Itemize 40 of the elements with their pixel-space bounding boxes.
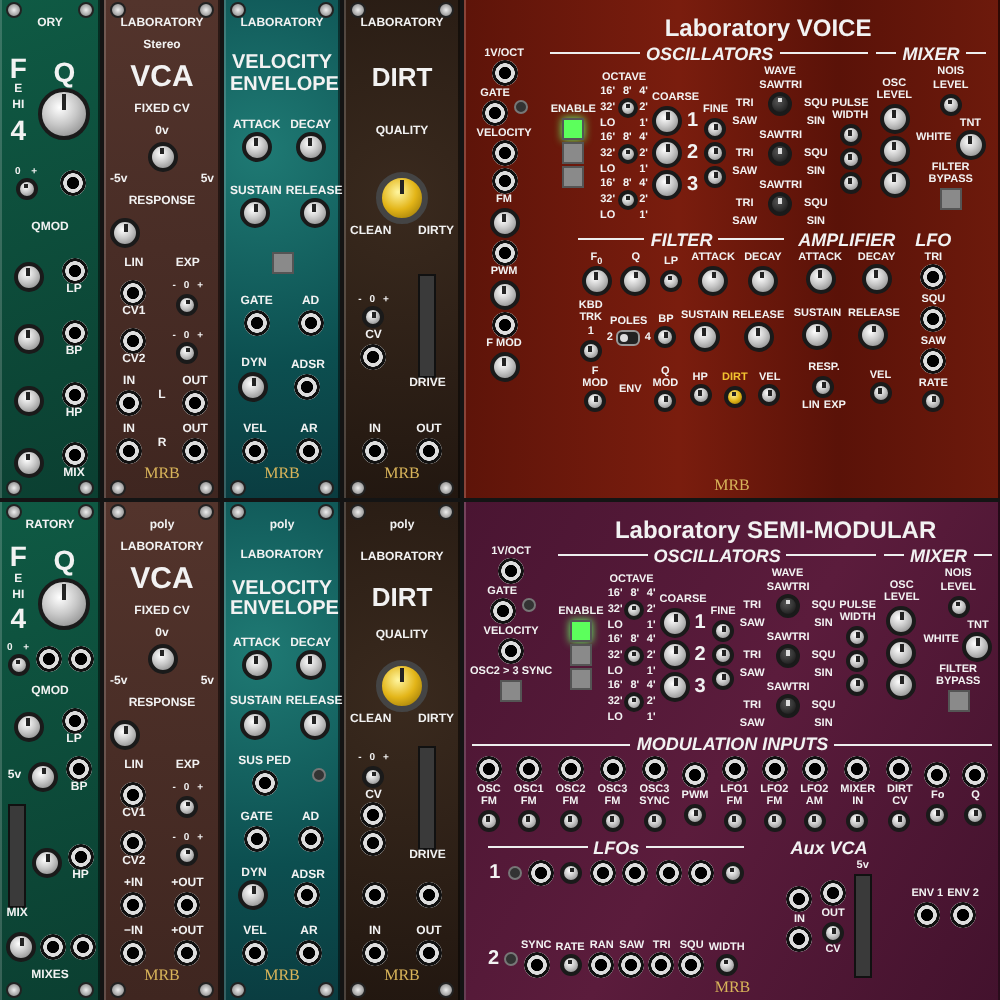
module-title: Laboratory VOICE: [664, 16, 872, 42]
module-title: F: [9, 53, 27, 83]
module-title: 4: [10, 115, 27, 145]
section-title: AMPLIFIER: [798, 229, 896, 250]
module-title: DIRT: [369, 583, 435, 611]
brand-label: MRB: [714, 980, 751, 996]
section-title: LFOs: [593, 837, 640, 858]
section-title: Aux VCA: [790, 837, 868, 858]
module-title: F: [9, 542, 27, 572]
section-title: FILTER: [650, 229, 713, 250]
module-title: DIRT: [369, 64, 435, 93]
module-title: VCA: [128, 62, 196, 95]
brand-label: MRB: [144, 968, 180, 984]
row-number: 3: [686, 174, 699, 197]
brand-label: MRB: [144, 466, 180, 482]
module-title: Q: [53, 57, 76, 87]
section-title: MODULATION INPUTS: [636, 734, 829, 755]
module-title: VCA: [128, 564, 196, 597]
brand-label: MRB: [264, 968, 300, 984]
brand-label: MRB: [264, 466, 300, 482]
row-number: 1: [694, 612, 706, 635]
section-title: OSCILLATORS: [653, 545, 781, 566]
section-title: MIXER: [909, 545, 967, 566]
row-number: 1: [489, 861, 501, 884]
row-number: 2: [487, 947, 499, 970]
module-title: VELOCITY ENVELOPE: [230, 54, 334, 97]
brand-label: MRB: [384, 968, 420, 984]
row-number: 2: [694, 644, 706, 667]
module-title: Laboratory SEMI-MODULAR: [614, 518, 937, 544]
module-title: Q: [53, 546, 76, 576]
module-title: 4: [10, 604, 27, 634]
row-number: 1: [686, 110, 699, 133]
brand-label: MRB: [384, 466, 420, 482]
section-title: MIXER: [902, 43, 960, 64]
section-title: OSCILLATORS: [645, 43, 774, 64]
module-title: VELOCITY ENVELOPE: [230, 579, 334, 621]
row-number: 2: [686, 142, 699, 165]
section-title: LFO: [915, 229, 952, 250]
brand-label: MRB: [714, 478, 750, 494]
row-number: 3: [694, 676, 706, 699]
